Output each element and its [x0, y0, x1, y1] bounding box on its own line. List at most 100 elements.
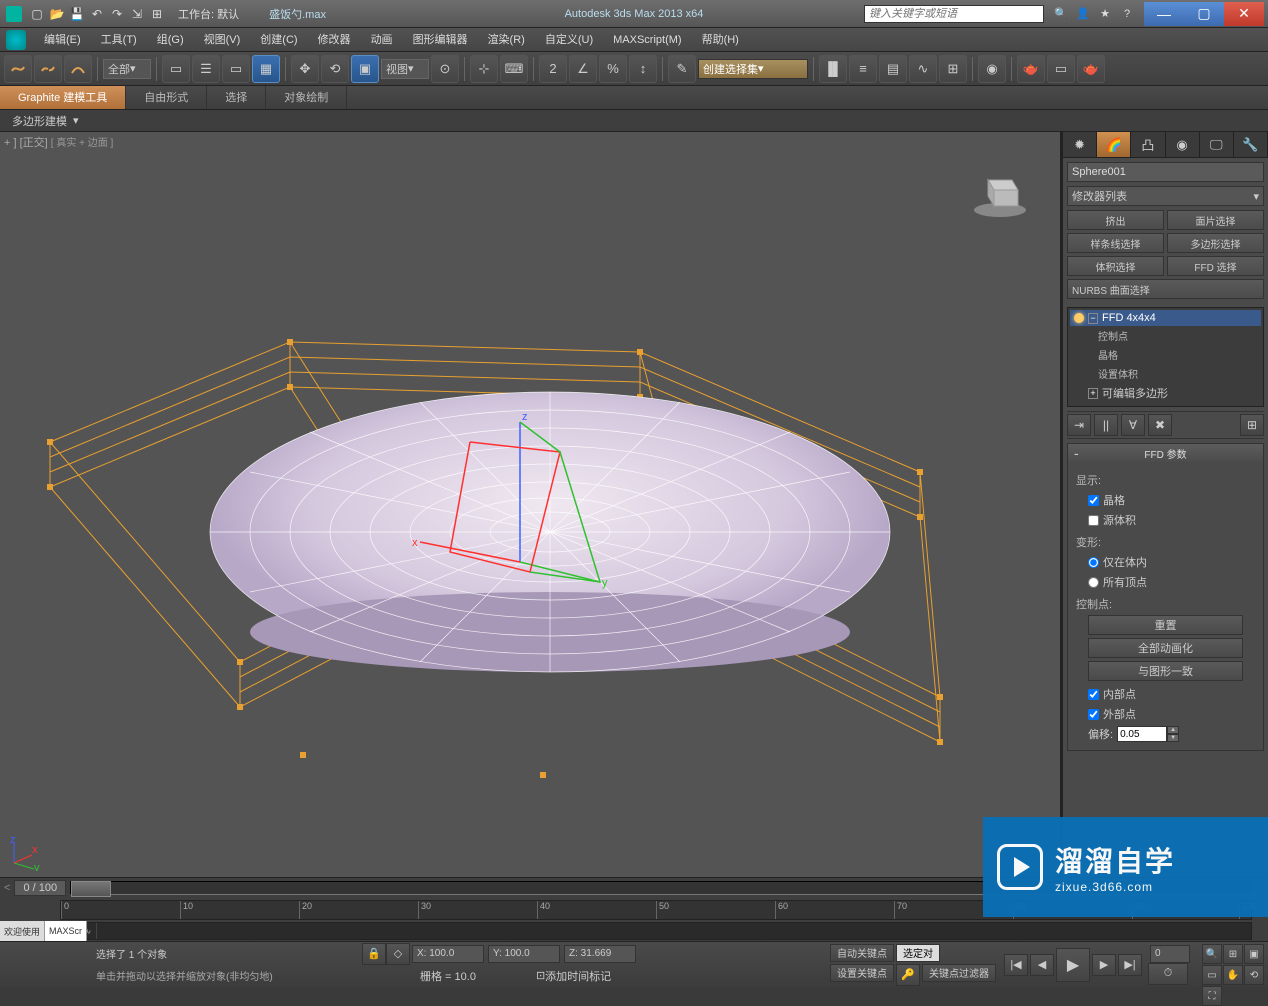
mirror-icon[interactable]: ▐▌	[819, 55, 847, 83]
track-bar[interactable]: ▤ ∿	[60, 922, 1252, 940]
bind-spacewarp-icon[interactable]	[64, 55, 92, 83]
modify-tab-icon[interactable]: 🌈	[1097, 132, 1131, 157]
time-slider-handle[interactable]	[71, 881, 111, 897]
menu-create[interactable]: 创建(C)	[250, 28, 307, 52]
menu-views[interactable]: 视图(V)	[194, 28, 251, 52]
motion-tab-icon[interactable]: ◉	[1166, 132, 1200, 157]
play-icon[interactable]: ▶	[1056, 948, 1090, 982]
material-editor-icon[interactable]: ◉	[978, 55, 1006, 83]
zoom-all-icon[interactable]: ⊞	[1223, 944, 1243, 964]
frame-indicator[interactable]: 0 / 100	[14, 880, 66, 896]
spinner-snap-icon[interactable]: ↕	[629, 55, 657, 83]
selected-pair-dropdown[interactable]: 选定对	[896, 944, 940, 962]
tab-freeform[interactable]: 自由形式	[126, 86, 207, 109]
ref-coord-dropdown[interactable]: 视图 ▾	[381, 59, 429, 79]
menu-animation[interactable]: 动画	[361, 28, 403, 52]
select-move-icon[interactable]: ✥	[291, 55, 319, 83]
app-icon[interactable]	[6, 6, 22, 22]
modifier-list-dropdown[interactable]: 修改器列表	[1067, 186, 1264, 206]
new-icon[interactable]: ▢	[28, 5, 46, 23]
menu-customize[interactable]: 自定义(U)	[535, 28, 603, 52]
stack-ffd-setvolume[interactable]: 设置体积	[1070, 364, 1261, 383]
pan-icon[interactable]: ✋	[1223, 965, 1243, 985]
all-verts-radio[interactable]: 所有顶点	[1076, 572, 1255, 592]
render-setup-icon[interactable]: 🫖	[1017, 55, 1045, 83]
save-icon[interactable]: 💾	[68, 5, 86, 23]
menu-help[interactable]: 帮助(H)	[692, 28, 749, 52]
welcome-tab[interactable]: 欢迎使用	[0, 921, 45, 941]
prev-frame-icon[interactable]: ◀	[1030, 954, 1054, 976]
goto-end-icon[interactable]: ▶|	[1118, 954, 1142, 976]
help-search-input[interactable]	[864, 5, 1044, 23]
stack-ffd-controlpoints[interactable]: 控制点	[1070, 326, 1261, 345]
link-icon[interactable]: ⇲	[128, 5, 146, 23]
help-icon[interactable]: ?	[1118, 5, 1136, 23]
spinner-down-icon[interactable]: ▼	[1167, 734, 1179, 742]
create-tab-icon[interactable]: ✹	[1063, 132, 1097, 157]
goto-start-icon[interactable]: |◀	[1004, 954, 1028, 976]
spinner-up-icon[interactable]: ▲	[1167, 726, 1179, 734]
pin-stack-icon[interactable]: ⇥	[1067, 414, 1091, 436]
set-key-button[interactable]: 设置关键点	[830, 964, 894, 982]
snap-2d-icon[interactable]: 2	[539, 55, 567, 83]
reset-button[interactable]: 重置	[1088, 615, 1243, 635]
unlink-icon[interactable]	[34, 55, 62, 83]
stack-ffd-lattice[interactable]: 晶格	[1070, 345, 1261, 364]
viewport-canvas[interactable]: z x y	[0, 132, 1060, 872]
undo-icon[interactable]: ↶	[88, 5, 106, 23]
favorites-icon[interactable]: ★	[1096, 5, 1114, 23]
snap-percent-icon[interactable]: %	[599, 55, 627, 83]
utilities-tab-icon[interactable]: 🔧	[1234, 132, 1268, 157]
select-region-icon[interactable]: ▭	[222, 55, 250, 83]
schematic-icon[interactable]: ⊞	[939, 55, 967, 83]
link-icon[interactable]	[4, 55, 32, 83]
menu-group[interactable]: 组(G)	[147, 28, 194, 52]
menu-modifiers[interactable]: 修改器	[308, 28, 361, 52]
infocenter-icon[interactable]: 🔍	[1052, 5, 1070, 23]
curve-editor-icon[interactable]: ∿	[909, 55, 937, 83]
lock-icon[interactable]: 🔒	[362, 943, 386, 965]
nurbs-select-button[interactable]: NURBS 曲面选择	[1067, 279, 1264, 299]
edit-named-sel-icon[interactable]: ✎	[668, 55, 696, 83]
stack-editable-poly[interactable]: +可编辑多边形	[1070, 383, 1261, 403]
workspace-selector[interactable]: 工作台: 默认	[178, 6, 239, 22]
viewcube[interactable]	[970, 162, 1030, 222]
lattice-checkbox[interactable]: 晶格	[1076, 490, 1255, 510]
y-coord[interactable]: Y: 100.0	[488, 945, 560, 963]
maximize-button[interactable]: ▢	[1184, 2, 1224, 26]
expand-icon[interactable]: +	[1088, 388, 1098, 399]
ffd-select-button[interactable]: FFD 选择	[1167, 256, 1264, 276]
conform-button[interactable]: 与图形一致	[1088, 661, 1243, 681]
zoom-region-icon[interactable]: ▭	[1202, 965, 1222, 985]
offset-spinner[interactable]: 偏移: ▲▼	[1076, 724, 1255, 744]
inside-checkbox[interactable]: 内部点	[1076, 684, 1255, 704]
hierarchy-tab-icon[interactable]: 凸	[1131, 132, 1165, 157]
menu-maxscript[interactable]: MAXScript(M)	[603, 28, 691, 52]
display-tab-icon[interactable]: 🖵	[1200, 132, 1234, 157]
z-coord[interactable]: Z: 31.669	[564, 945, 636, 963]
x-coord[interactable]: X: 100.0	[412, 945, 484, 963]
menu-rendering[interactable]: 渲染(R)	[478, 28, 535, 52]
redo-icon[interactable]: ↷	[108, 5, 126, 23]
next-frame-icon[interactable]: ▶	[1092, 954, 1116, 976]
unique-icon[interactable]: ∀	[1121, 414, 1145, 436]
in-volume-radio[interactable]: 仅在体内	[1076, 552, 1255, 572]
isolate-icon[interactable]: ◇	[386, 943, 410, 965]
close-button[interactable]: ✕	[1224, 2, 1264, 26]
poly-select-button[interactable]: 多边形选择	[1167, 233, 1264, 253]
configure-sets-icon[interactable]: ⊞	[1240, 414, 1264, 436]
current-frame-field[interactable]: 0	[1150, 945, 1190, 963]
use-center-icon[interactable]: ⊙	[431, 55, 459, 83]
vol-select-button[interactable]: 体积选择	[1067, 256, 1164, 276]
orbit-icon[interactable]: ⟲	[1244, 965, 1264, 985]
menu-grapheditors[interactable]: 图形编辑器	[403, 28, 478, 52]
maximize-viewport-icon[interactable]: ⛶	[1202, 986, 1222, 1006]
maxscript-tab[interactable]: MAXScr	[45, 921, 87, 941]
lightbulb-icon[interactable]	[1074, 313, 1084, 323]
modifier-stack[interactable]: −FFD 4x4x4 控制点 晶格 设置体积 +可编辑多边形	[1067, 307, 1264, 407]
rollout-header[interactable]: FFD 参数	[1068, 444, 1263, 462]
selection-filter-dropdown[interactable]: 全部 ▾	[103, 59, 151, 79]
source-vol-checkbox[interactable]: 源体积	[1076, 510, 1255, 530]
select-object-icon[interactable]: ▭	[162, 55, 190, 83]
viewport[interactable]: + ] [正交] [ 真实 + 边面 ]	[0, 132, 1062, 877]
